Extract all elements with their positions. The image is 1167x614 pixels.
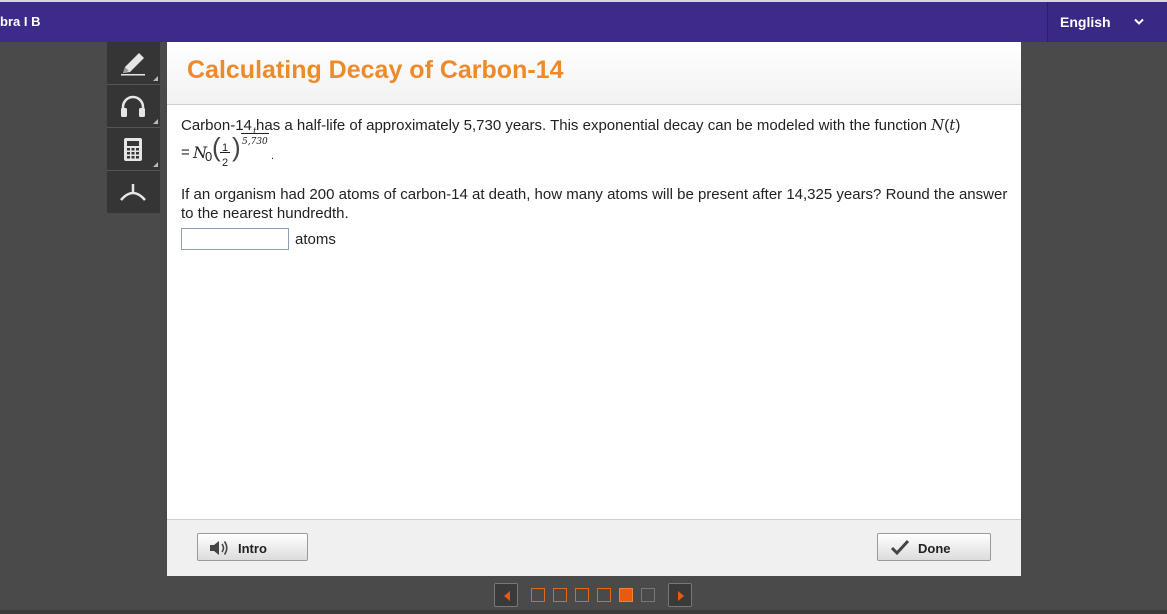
tool-palette [107,42,160,213]
formula-exponent-denominator: 5,730 [242,137,268,147]
lesson-header: Calculating Decay of Carbon-14 [167,42,1021,105]
checkmark-icon [890,539,910,556]
question-text: If an organism had 200 atoms of carbon-1… [181,186,1008,222]
tool-corner-marker [153,162,158,167]
chevron-down-icon [1134,18,1144,25]
lesson-panel: Calculating Decay of Carbon-14 Carbon-14… [167,42,1021,576]
reference-tool[interactable] [107,171,160,214]
audio-tool[interactable] [107,85,160,128]
formula: = N 0 ( 1 2 ) t 5,730 . [181,127,1011,170]
compass-icon [120,184,146,201]
function-name: N [931,116,945,134]
tool-corner-marker [153,76,158,81]
function-close-paren: ) [955,117,961,134]
next-page-button[interactable] [668,583,692,607]
language-select[interactable]: English [1047,2,1167,42]
formula-right-paren: ) [232,132,241,162]
formula-left-paren: ( [212,132,221,162]
formula-equals: = [181,144,190,161]
done-button[interactable]: Done [877,533,991,561]
tool-corner-marker [153,119,158,124]
page-box-5[interactable] [619,588,633,602]
page-box-2[interactable] [553,588,567,602]
formula-fraction-denominator: 2 [222,157,229,169]
page-box-1[interactable] [531,588,545,602]
problem-statement: Carbon-14 has a half-life of approximate… [181,115,1011,170]
pencil-icon [121,53,145,76]
course-title: bra I B [0,14,41,29]
previous-page-button[interactable] [494,583,518,607]
headphones-icon [121,95,145,117]
page-box-6 [641,588,655,602]
lesson-title: Calculating Decay of Carbon-14 [187,56,564,84]
language-label: English [1060,14,1111,30]
arrow-left-icon [504,591,510,601]
top-bar: bra I B English [0,2,1167,42]
intro-text: Carbon-14 has a half-life of approximate… [181,117,932,134]
intro-button-label: Intro [238,541,267,556]
formula-period: . [271,150,275,162]
calculator-tool[interactable] [107,128,160,171]
window-bottom-strip [0,610,1167,614]
lesson-footer: Intro Done [167,519,1021,576]
speaker-icon [210,541,228,555]
intro-button[interactable]: Intro [197,533,308,561]
page-navigator [494,583,694,607]
done-button-label: Done [918,541,951,556]
pencil-tool[interactable] [107,42,160,85]
arrow-right-icon [678,591,684,601]
answer-input[interactable] [181,228,289,250]
calculator-icon [124,138,142,161]
page-box-4[interactable] [597,588,611,602]
page-box-3[interactable] [575,588,589,602]
answer-unit: atoms [295,231,336,248]
